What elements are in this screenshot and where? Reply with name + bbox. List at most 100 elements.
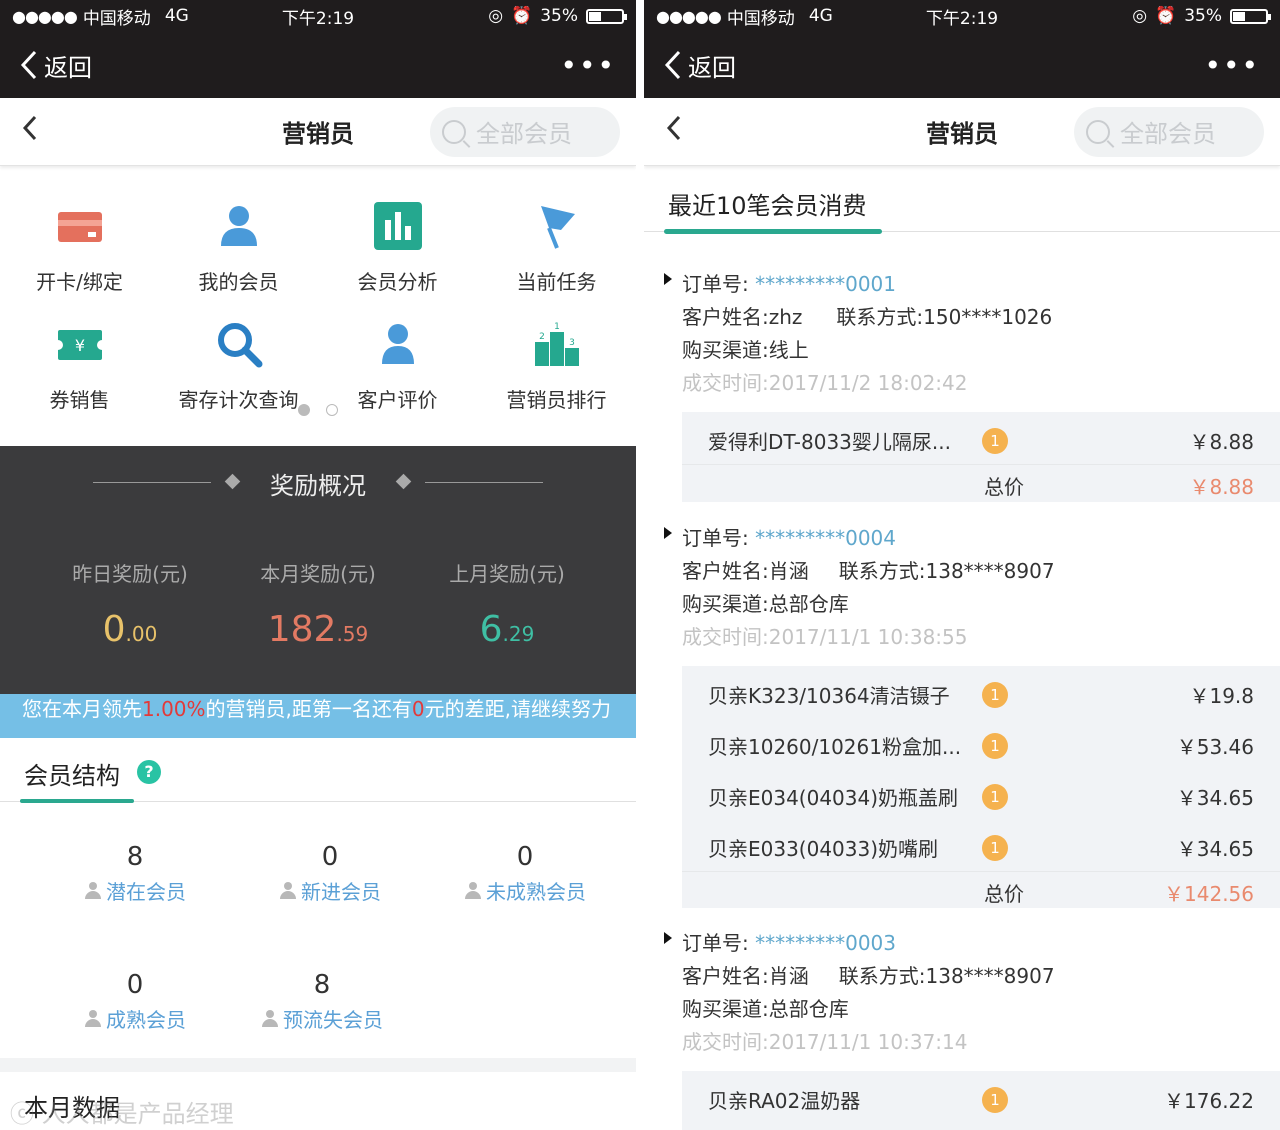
more-button[interactable]: ••• [1204,49,1260,82]
func-deposit-query[interactable]: 寄存计次查询 [159,318,318,413]
order-total: 总价 ￥142.56 [682,871,1280,907]
wechat-bar: 返回 ••• [0,32,636,98]
member-structure-header: 会员结构 ? [0,740,636,803]
func-customer-review[interactable]: 客户评价 [318,318,477,413]
order-item: 贝亲E034(04034)奶瓶盖刷 1 ￥34.65 [708,784,1254,810]
ranking-marquee: 您在本月领先1.00%的营销员,距第一名还有0元的差距,请继续努力 [0,694,636,738]
status-bar: ●●●●● 中国移动 4G 下午2:19 ◎ ⏰ 35% [644,0,1280,32]
expand-triangle-icon [664,932,672,944]
section-title: 会员结构 [24,762,120,790]
flag-icon [540,206,575,249]
person-icon [84,1009,102,1028]
page-indicator[interactable] [298,404,338,416]
search-icon [217,323,262,368]
func-coupon-sales[interactable]: ¥ 券销售 [0,318,159,413]
watermark: ⓒ 人人都是产品经理 [10,1100,234,1128]
bar-chart-icon [373,202,422,250]
back-button[interactable]: 返回 [664,48,736,83]
person-icon [279,881,297,900]
signal-icon: ●●●●● [656,6,722,26]
quantity-badge: 1 [982,682,1008,708]
order-items: 贝亲RA02温奶器 1 ￥176.22 [682,1071,1280,1130]
signal-icon: ●●●●● [12,6,78,26]
quantity-badge: 1 [982,835,1008,861]
more-button[interactable]: ••• [560,49,616,82]
reward-yesterday: 昨日奖励(元) 0.00 [72,562,188,650]
member-group[interactable]: 0 未成熟会员 [425,842,625,905]
search-icon [1086,119,1110,144]
search-icon [442,119,466,144]
func-current-task[interactable]: 当前任务 [477,200,636,295]
search-input[interactable]: 全部会员 [1074,106,1264,157]
coupon-icon: ¥ [52,330,107,360]
section-title: 最近10笔会员消费 [668,192,867,220]
card-icon [57,212,102,242]
person-icon [464,881,482,900]
back-label: 返回 [688,53,736,82]
chevron-left-icon [20,50,37,80]
battery-percent: 35% [1184,6,1222,26]
member-group[interactable]: 8 潜在会员 [35,842,235,905]
order-items: 贝亲K323/10364清洁镊子 1 ￥19.8 贝亲10260/10261粉盒… [682,666,1280,908]
expand-triangle-icon [664,273,672,285]
svg-text:¥: ¥ [74,336,84,355]
chevron-left-icon[interactable] [22,114,38,149]
order-total: 总价 ￥8.88 [682,464,1280,500]
chevron-left-icon[interactable] [666,114,682,149]
phone-right: ●●●●● 中国移动 4G 下午2:19 ◎ ⏰ 35% 返回 ••• 营销员 … [644,0,1280,1130]
page-title: 营销员 [926,120,998,148]
order-item: 贝亲K323/10364清洁镊子 1 ￥19.8 [708,682,1254,708]
podium-icon: 213 [534,322,579,366]
func-member-analysis[interactable]: 会员分析 [318,200,477,295]
search-placeholder: 全部会员 [1120,120,1216,148]
back-button[interactable]: 返回 [20,48,92,83]
page-header: 营销员 全部会员 [0,98,636,166]
svg-text:1: 1 [554,322,560,332]
network: 4G [808,6,833,26]
order-items: 爱得利DT-8033婴儿隔尿... 1 ￥8.88 总价 ￥8.88 [682,412,1280,502]
search-placeholder: 全部会员 [476,120,572,148]
func-my-members[interactable]: 我的会员 [159,200,318,295]
alarm-icon: ⏰ [511,6,533,26]
network: 4G [164,6,189,26]
lock-rotation-icon: ◎ [488,6,504,26]
customer-icon [381,324,414,364]
carrier: 中国移动 [726,8,795,29]
person-icon [261,1009,279,1028]
func-open-card[interactable]: 开卡/绑定 [0,200,159,295]
alarm-icon: ⏰ [1155,6,1177,26]
reward-panel: 奖励概况 昨日奖励(元) 0.00 本月奖励(元) 182.59 上月奖励(元)… [0,446,636,694]
search-input[interactable]: 全部会员 [430,106,620,157]
reward-last-month: 上月奖励(元) 6.29 [449,562,565,650]
svg-text:2: 2 [539,332,545,342]
order-item: 贝亲RA02温奶器 1 ￥176.22 [708,1087,1254,1113]
quantity-badge: 1 [982,733,1008,759]
member-group[interactable]: 0 新进会员 [230,842,430,905]
member-group[interactable]: 0 成熟会员 [35,970,235,1033]
lock-rotation-icon: ◎ [1132,6,1148,26]
reward-this-month: 本月奖励(元) 182.59 [260,562,376,650]
person-icon [84,881,102,900]
user-icon [220,206,257,246]
quantity-badge: 1 [982,784,1008,810]
phone-left: ●●●●● 中国移动 4G 下午2:19 ◎ ⏰ 35% 返回 ••• 营销员 … [0,0,636,1130]
quantity-badge: 1 [982,1087,1008,1113]
order-item: 爱得利DT-8033婴儿隔尿... 1 ￥8.88 [708,428,1254,454]
order-item: 贝亲10260/10261粉盒加... 1 ￥53.46 [708,733,1254,759]
battery-icon [1230,8,1271,24]
member-group[interactable]: 8 预流失会员 [222,970,422,1033]
page-header: 营销员 全部会员 [644,98,1280,166]
quantity-badge: 1 [982,428,1008,454]
help-icon[interactable]: ? [137,760,161,784]
battery-percent: 35% [540,6,578,26]
battery-icon [586,8,627,24]
wechat-bar: 返回 ••• [644,32,1280,98]
back-label: 返回 [44,53,92,82]
expand-triangle-icon [664,527,672,539]
reward-title: 奖励概况 [270,472,366,500]
chevron-left-icon [664,50,681,80]
page-title: 营销员 [282,120,354,148]
func-sales-ranking[interactable]: 213 营销员排行 [477,318,636,413]
svg-text:3: 3 [569,338,575,348]
order-item: 贝亲E033(04033)奶嘴刷 1 ￥34.65 [708,835,1254,861]
